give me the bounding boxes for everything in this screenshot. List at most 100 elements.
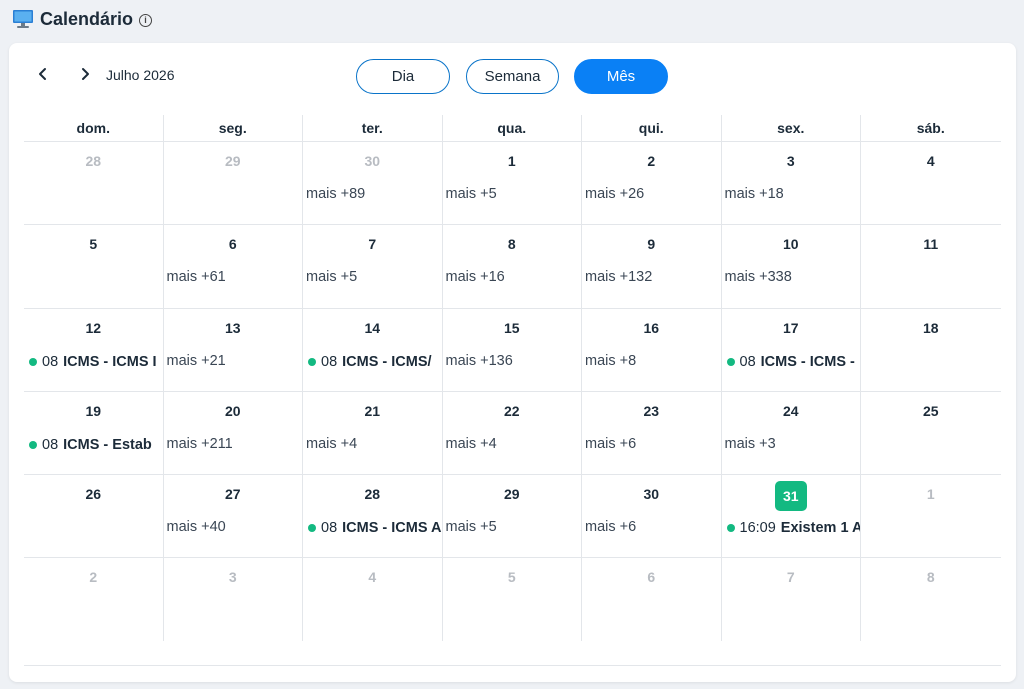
- day-number[interactable]: 2: [24, 569, 163, 585]
- day-cell[interactable]: 29 mais +5: [443, 475, 582, 558]
- day-cell[interactable]: 12 08 ICMS - ICMS I: [24, 308, 164, 391]
- calendar-event[interactable]: 08 ICMS - Estab: [29, 437, 152, 453]
- more-events-link[interactable]: mais +211: [167, 436, 233, 452]
- day-cell[interactable]: 18: [861, 309, 1001, 391]
- day-cell[interactable]: 14 08 ICMS - ICMS/: [303, 308, 443, 391]
- next-month-button[interactable]: [75, 65, 95, 87]
- day-cell[interactable]: 13 mais +21: [164, 308, 303, 391]
- day-number[interactable]: 6: [582, 569, 721, 585]
- day-cell[interactable]: 2: [24, 558, 164, 642]
- day-cell[interactable]: 3 mais +18: [722, 142, 861, 225]
- day-number[interactable]: 14: [303, 320, 442, 336]
- day-number[interactable]: 16: [582, 320, 721, 336]
- more-events-link[interactable]: mais +21: [167, 353, 226, 369]
- day-cell[interactable]: 21 mais +4: [303, 391, 443, 475]
- day-number[interactable]: 8: [443, 236, 582, 252]
- day-number[interactable]: 25: [861, 403, 1001, 419]
- more-events-link[interactable]: mais +40: [167, 519, 226, 535]
- more-events-link[interactable]: mais +132: [585, 269, 652, 285]
- day-number[interactable]: 26: [24, 486, 163, 502]
- day-cell[interactable]: 29: [164, 142, 303, 225]
- day-cell[interactable]: 20 mais +211: [164, 391, 303, 475]
- day-number[interactable]: 13: [164, 320, 303, 336]
- day-number[interactable]: 8: [861, 569, 1001, 585]
- day-cell[interactable]: 1 mais +5: [443, 142, 582, 225]
- day-number[interactable]: 6: [164, 236, 303, 252]
- day-cell[interactable]: 8: [861, 558, 1001, 641]
- day-number[interactable]: 30: [582, 486, 721, 502]
- day-number[interactable]: 15: [443, 320, 582, 336]
- day-cell[interactable]: 25: [861, 392, 1001, 474]
- day-cell[interactable]: 5: [24, 225, 164, 308]
- day-cell[interactable]: 7 mais +5: [303, 225, 443, 308]
- day-cell[interactable]: 26: [24, 475, 164, 558]
- calendar-event[interactable]: 08 ICMS - ICMS/: [308, 354, 432, 370]
- more-events-link[interactable]: mais +61: [167, 269, 226, 285]
- day-cell[interactable]: 31 16:09 Existem 1 A: [722, 475, 861, 558]
- day-cell[interactable]: 16 mais +8: [582, 308, 722, 391]
- day-cell[interactable]: 23 mais +6: [582, 391, 722, 475]
- more-events-link[interactable]: mais +6: [585, 519, 636, 535]
- day-number[interactable]: 24: [722, 403, 861, 419]
- day-number[interactable]: 22: [443, 403, 582, 419]
- day-cell[interactable]: 4: [303, 558, 443, 642]
- more-events-link[interactable]: mais +16: [446, 269, 505, 285]
- day-cell[interactable]: 4: [861, 142, 1001, 224]
- day-number[interactable]: 9: [582, 236, 721, 252]
- day-cell[interactable]: 9 mais +132: [582, 225, 722, 308]
- day-cell[interactable]: 17 08 ICMS - ICMS -: [722, 308, 861, 391]
- more-events-link[interactable]: mais +18: [725, 186, 784, 202]
- view-day-button[interactable]: Dia: [356, 59, 450, 94]
- more-events-link[interactable]: mais +4: [446, 436, 497, 452]
- day-number[interactable]: 30: [303, 153, 442, 169]
- day-cell[interactable]: 28 08 ICMS - ICMS A: [303, 475, 443, 558]
- calendar-event[interactable]: 08 ICMS - ICMS -: [726, 354, 855, 370]
- day-number[interactable]: 17: [722, 320, 861, 336]
- day-number[interactable]: 1: [443, 153, 582, 169]
- day-number[interactable]: 3: [164, 569, 303, 585]
- day-cell[interactable]: 7: [722, 558, 861, 642]
- day-number[interactable]: 12: [24, 320, 163, 336]
- day-number[interactable]: 2: [582, 153, 721, 169]
- day-number[interactable]: 23: [582, 403, 721, 419]
- more-events-link[interactable]: mais +4: [306, 436, 357, 452]
- day-cell[interactable]: 22 mais +4: [443, 391, 582, 475]
- day-number[interactable]: 29: [164, 153, 303, 169]
- more-events-link[interactable]: mais +26: [585, 186, 644, 202]
- day-number[interactable]: 29: [443, 486, 582, 502]
- day-cell[interactable]: 30 mais +89: [303, 142, 443, 225]
- more-events-link[interactable]: mais +89: [306, 186, 365, 202]
- day-number[interactable]: 4: [861, 153, 1001, 169]
- day-number[interactable]: 28: [303, 486, 442, 502]
- day-number[interactable]: 19: [24, 403, 163, 419]
- view-month-button[interactable]: Mês: [574, 59, 668, 94]
- day-cell[interactable]: 11: [861, 225, 1001, 307]
- more-events-link[interactable]: mais +338: [725, 269, 792, 285]
- day-cell[interactable]: 2 mais +26: [582, 142, 722, 225]
- day-number[interactable]: 18: [861, 320, 1001, 336]
- day-number[interactable]: 11: [861, 236, 1001, 252]
- day-cell[interactable]: 6 mais +61: [164, 225, 303, 308]
- info-icon[interactable]: i: [139, 13, 153, 27]
- day-number[interactable]: 7: [303, 236, 442, 252]
- day-number[interactable]: 7: [722, 569, 861, 585]
- day-number[interactable]: 28: [24, 153, 163, 169]
- day-cell[interactable]: 8 mais +16: [443, 225, 582, 308]
- day-cell[interactable]: 10 mais +338: [722, 225, 861, 308]
- calendar-event[interactable]: 08 ICMS - ICMS A: [308, 520, 442, 536]
- view-week-button[interactable]: Semana: [466, 59, 559, 94]
- prev-month-button[interactable]: [33, 65, 53, 87]
- day-number[interactable]: 5: [443, 569, 582, 585]
- day-number[interactable]: 27: [164, 486, 303, 502]
- day-number[interactable]: 5: [24, 236, 163, 252]
- more-events-link[interactable]: mais +5: [446, 519, 497, 535]
- day-number[interactable]: 21: [303, 403, 442, 419]
- day-number[interactable]: 4: [303, 569, 442, 585]
- more-events-link[interactable]: mais +5: [306, 269, 357, 285]
- day-number[interactable]: 20: [164, 403, 303, 419]
- calendar-event[interactable]: 16:09 Existem 1 A: [726, 520, 860, 536]
- day-cell[interactable]: 19 08 ICMS - Estab: [24, 391, 164, 475]
- day-cell[interactable]: 3: [164, 558, 303, 642]
- day-cell[interactable]: 1: [861, 475, 1001, 557]
- day-cell[interactable]: 5: [443, 558, 582, 642]
